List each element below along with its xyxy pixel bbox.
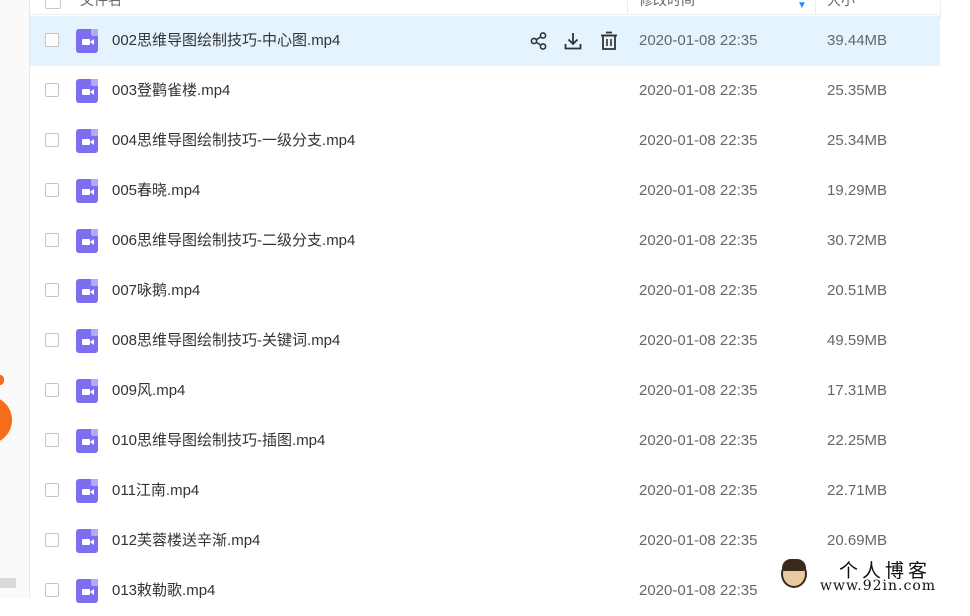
- watermark: 个人博客 www.92in.com: [777, 556, 970, 598]
- video-file-icon: [76, 479, 98, 503]
- file-name[interactable]: 010思维导图绘制技巧-插图.mp4: [112, 431, 325, 451]
- file-size: 19.29MB: [827, 182, 888, 199]
- file-modified-time: 2020-01-08 22:35: [639, 432, 758, 449]
- video-file-icon: [76, 29, 98, 53]
- row-checkbox[interactable]: [45, 583, 59, 597]
- file-row[interactable]: 004思维导图绘制技巧-一级分支.mp4 2020-01-08 22:35 25.3…: [30, 116, 940, 166]
- file-name[interactable]: 012芙蓉楼送辛渐.mp4: [112, 531, 260, 551]
- row-checkbox[interactable]: [45, 183, 59, 197]
- sidebar-scrollbar[interactable]: [0, 578, 16, 588]
- column-divider[interactable]: [627, 0, 628, 14]
- share-icon[interactable]: [528, 30, 550, 52]
- row-checkbox[interactable]: [45, 33, 59, 47]
- column-divider: [940, 0, 941, 20]
- file-name[interactable]: 005春晓.mp4: [112, 181, 200, 201]
- file-row[interactable]: 011江南.mp4 2020-01-08 22:35 22.71MB: [30, 466, 940, 516]
- row-checkbox[interactable]: [45, 483, 59, 497]
- video-file-icon: [76, 179, 98, 203]
- file-list-header: 文件名 修改时间 ▼ 大小: [30, 0, 940, 15]
- file-modified-time: 2020-01-08 22:35: [639, 132, 758, 149]
- video-file-icon: [76, 379, 98, 403]
- file-modified-time: 2020-01-08 22:35: [639, 232, 758, 249]
- file-row[interactable]: 002思维导图绘制技巧-中心图.mp4 2020-01-08 22:35 39.44…: [30, 16, 940, 66]
- row-checkbox[interactable]: [45, 433, 59, 447]
- file-name[interactable]: 003登鹳雀楼.mp4: [112, 81, 230, 101]
- file-row[interactable]: 005春晓.mp4 2020-01-08 22:35 19.29MB: [30, 166, 940, 216]
- column-divider[interactable]: [815, 0, 816, 14]
- file-modified-time: 2020-01-08 22:35: [639, 282, 758, 299]
- file-size: 39.44MB: [827, 32, 888, 49]
- video-file-icon: [76, 229, 98, 253]
- file-row[interactable]: 010思维导图绘制技巧-插图.mp4 2020-01-08 22:35 22.25M…: [30, 416, 940, 466]
- file-row[interactable]: 006思维导图绘制技巧-二级分支.mp4 2020-01-08 22:35 30.7…: [30, 216, 940, 266]
- file-size: 20.51MB: [827, 282, 888, 299]
- file-modified-time: 2020-01-08 22:35: [639, 32, 758, 49]
- file-size: 30.72MB: [827, 232, 888, 249]
- file-modified-time: 2020-01-08 22:35: [639, 82, 758, 99]
- video-file-icon: [76, 429, 98, 453]
- video-file-icon: [76, 329, 98, 353]
- file-modified-time: 2020-01-08 22:35: [639, 582, 758, 599]
- delete-icon[interactable]: [598, 30, 620, 52]
- select-all-checkbox[interactable]: [45, 0, 61, 9]
- file-name[interactable]: 009风.mp4: [112, 381, 185, 401]
- file-size: 17.31MB: [827, 382, 888, 399]
- column-header-name[interactable]: 文件名: [80, 0, 122, 10]
- video-file-icon: [76, 279, 98, 303]
- file-modified-time: 2020-01-08 22:35: [639, 182, 758, 199]
- file-size: 25.35MB: [827, 82, 888, 99]
- file-modified-time: 2020-01-08 22:35: [639, 382, 758, 399]
- file-name[interactable]: 013敕勒歌.mp4: [112, 581, 215, 601]
- file-row[interactable]: 007咏鹅.mp4 2020-01-08 22:35 20.51MB: [30, 266, 940, 316]
- file-size: 49.59MB: [827, 332, 888, 349]
- file-modified-time: 2020-01-08 22:35: [639, 532, 758, 549]
- watermark-url: www.92in.com: [820, 578, 937, 594]
- file-size: 20.69MB: [827, 532, 888, 549]
- file-name[interactable]: 002思维导图绘制技巧-中心图.mp4: [112, 31, 340, 51]
- file-name[interactable]: 004思维导图绘制技巧-一级分支.mp4: [112, 131, 355, 151]
- file-row[interactable]: 003登鹳雀楼.mp4 2020-01-08 22:35 25.35MB: [30, 66, 940, 116]
- file-size: 25.34MB: [827, 132, 888, 149]
- file-size: 22.25MB: [827, 432, 888, 449]
- file-row[interactable]: 008思维导图绘制技巧-关键词.mp4 2020-01-08 22:35 49.59…: [30, 316, 940, 366]
- file-size: 22.71MB: [827, 482, 888, 499]
- file-name[interactable]: 007咏鹅.mp4: [112, 281, 200, 301]
- file-name[interactable]: 011江南.mp4: [112, 481, 199, 501]
- video-file-icon: [76, 579, 98, 603]
- video-file-icon: [76, 129, 98, 153]
- video-file-icon: [76, 529, 98, 553]
- row-checkbox[interactable]: [45, 333, 59, 347]
- file-modified-time: 2020-01-08 22:35: [639, 332, 758, 349]
- file-row[interactable]: 009风.mp4 2020-01-08 22:35 17.31MB: [30, 366, 940, 416]
- file-name[interactable]: 008思维导图绘制技巧-关键词.mp4: [112, 331, 340, 351]
- video-file-icon: [76, 79, 98, 103]
- file-name[interactable]: 006思维导图绘制技巧-二级分支.mp4: [112, 231, 355, 251]
- watermark-avatar-icon: [781, 559, 807, 588]
- file-list: 002思维导图绘制技巧-中心图.mp4 2020-01-08 22:35 39.44…: [30, 16, 940, 616]
- column-header-size[interactable]: 大小: [827, 0, 855, 10]
- row-checkbox[interactable]: [45, 233, 59, 247]
- row-checkbox[interactable]: [45, 283, 59, 297]
- sidebar-strip: [0, 0, 30, 598]
- row-checkbox[interactable]: [45, 533, 59, 547]
- column-header-modified[interactable]: 修改时间: [639, 0, 695, 10]
- row-checkbox[interactable]: [45, 83, 59, 97]
- download-icon[interactable]: [562, 30, 584, 52]
- file-modified-time: 2020-01-08 22:35: [639, 482, 758, 499]
- row-checkbox[interactable]: [45, 383, 59, 397]
- row-checkbox[interactable]: [45, 133, 59, 147]
- sort-desc-icon[interactable]: ▼: [797, 0, 807, 11]
